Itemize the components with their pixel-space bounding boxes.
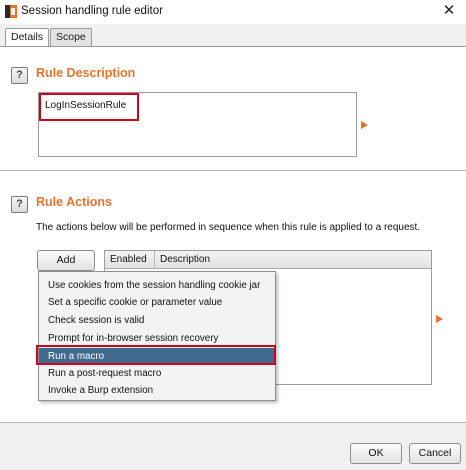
details-panel: ? Rule Description LogInSessionRule ? Ru… (0, 47, 466, 422)
ok-button[interactable]: OK (350, 443, 402, 464)
add-button[interactable]: Add (37, 250, 95, 271)
add-action-menu: Use cookies from the session handling co… (38, 271, 276, 401)
menu-item-invoke-extension[interactable]: Invoke a Burp extension (39, 382, 275, 399)
help-icon[interactable]: ? (11, 67, 28, 84)
column-header-description[interactable]: Description (155, 251, 431, 269)
help-icon[interactable]: ? (11, 196, 28, 213)
menu-item-use-cookies[interactable]: Use cookies from the session handling co… (39, 277, 275, 294)
tab-details[interactable]: Details (5, 28, 50, 47)
tab-strip: Details Scope (0, 24, 466, 47)
cancel-button[interactable]: Cancel (409, 443, 461, 464)
footer-divider (0, 422, 466, 423)
menu-item-run-post-request-macro[interactable]: Run a post-request macro (39, 365, 275, 382)
tab-scope[interactable]: Scope (50, 28, 92, 47)
menu-item-set-cookie[interactable]: Set a specific cookie or parameter value (39, 294, 275, 311)
rule-actions-heading: Rule Actions (36, 195, 112, 209)
title-bar: Session handling rule editor ✕ (0, 0, 466, 24)
rule-actions-hint: The actions below will be performed in s… (36, 222, 421, 233)
section-divider (0, 170, 466, 171)
rule-name-highlight (39, 93, 139, 121)
menu-item-run-macro[interactable]: Run a macro (39, 348, 275, 365)
burp-app-icon (5, 5, 17, 18)
menu-item-prompt-recovery[interactable]: Prompt for in-browser session recovery (39, 330, 275, 347)
arrow-right-icon[interactable] (361, 121, 368, 129)
column-header-enabled[interactable]: Enabled (105, 251, 155, 269)
actions-table-header: Enabled Description (105, 251, 431, 269)
close-icon[interactable]: ✕ (440, 2, 458, 20)
menu-item-check-session[interactable]: Check session is valid (39, 312, 275, 329)
arrow-right-icon[interactable] (436, 315, 443, 323)
window-title: Session handling rule editor (21, 5, 163, 17)
rule-description-heading: Rule Description (36, 66, 136, 80)
